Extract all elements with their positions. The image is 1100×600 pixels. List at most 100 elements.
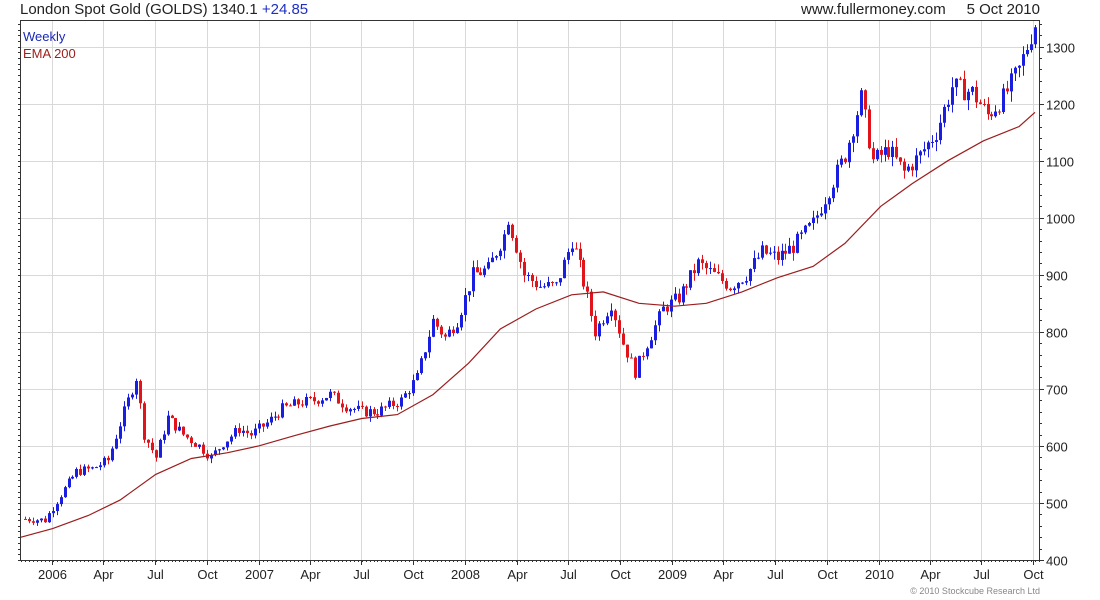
weekly-bar-body — [190, 437, 193, 444]
weekly-bar-body — [590, 291, 593, 316]
weekly-bar-body — [812, 217, 815, 224]
weekly-bar-body — [697, 259, 700, 274]
weekly-bar-body — [745, 281, 748, 283]
weekly-bar-body — [907, 166, 910, 171]
weekly-bar-body — [701, 259, 704, 264]
weekly-bar-body — [218, 449, 221, 451]
weekly-bar-body — [800, 232, 803, 234]
weekly-bar-body — [606, 316, 609, 324]
weekly-bar-body — [79, 469, 82, 475]
weekly-bar-body — [452, 329, 455, 334]
weekly-bar-body — [376, 414, 379, 416]
weekly-bar-body — [436, 318, 439, 327]
weekly-bar-body — [527, 275, 530, 277]
weekly-bar-body — [975, 86, 978, 103]
weekly-bar-body — [923, 149, 926, 152]
x-tick-label: Apr — [713, 567, 734, 582]
weekly-bar-body — [994, 111, 997, 117]
legend-ema: EMA 200 — [23, 46, 76, 61]
weekly-bar-body — [519, 252, 522, 262]
weekly-bar-body — [83, 466, 86, 475]
weekly-bar-body — [242, 430, 245, 433]
weekly-bar-body — [634, 357, 637, 378]
weekly-bar-body — [927, 142, 930, 150]
y-axis: 400 500 600 700 800 900 1000 1100 1200 1300 — [18, 24, 1075, 569]
weekly-bar-body — [369, 409, 372, 417]
weekly-bar-body — [456, 327, 459, 334]
weekly-bar-body — [32, 521, 35, 523]
weekly-bar-body — [365, 406, 368, 417]
weekly-bar-body — [297, 399, 300, 405]
weekly-bar-body — [931, 141, 934, 143]
x-tick-label: 2007 — [245, 567, 274, 582]
weekly-bar-body — [503, 234, 506, 251]
x-tick-label: Apr — [920, 567, 941, 582]
weekly-bar-body — [412, 380, 415, 394]
weekly-bar-body — [301, 404, 304, 406]
weekly-bar-body — [1026, 50, 1029, 55]
weekly-bar-body — [618, 320, 621, 334]
weekly-bar-body — [198, 444, 201, 447]
weekly-bar-body — [119, 426, 122, 439]
weekly-bar-body — [963, 78, 966, 101]
weekly-bar-body — [388, 400, 391, 407]
chart-header-source: www.fullermoney.com 5 Oct 2010 — [801, 1, 1040, 18]
weekly-bar-body — [887, 147, 890, 158]
weekly-bar-body — [539, 286, 542, 288]
weekly-bar-body — [167, 415, 170, 435]
weekly-bar-body — [1006, 88, 1009, 92]
weekly-bar-body — [594, 315, 597, 337]
weekly-bar-body — [1022, 54, 1025, 66]
weekly-bar-body — [428, 336, 431, 353]
weekly-bar-body — [872, 148, 875, 160]
y-tick-label: 1000 — [1046, 212, 1075, 227]
weekly-bar-body — [174, 418, 177, 431]
weekly-bar-body — [642, 355, 645, 357]
weekly-bar-body — [836, 164, 839, 188]
x-axis: 2006 Apr Jul Oct 2007 Apr Jul Oct 2008 Apr Jul Oct 2… — [21, 560, 1044, 582]
weekly-bar-body — [765, 245, 768, 254]
weekly-bar-body — [891, 146, 894, 158]
weekly-bar-body — [709, 268, 712, 270]
y-tick-label: 1100 — [1046, 155, 1074, 170]
weekly-bar-body — [99, 465, 102, 468]
weekly-bar-body — [868, 109, 871, 149]
source-link[interactable]: www.fullermoney.com — [801, 1, 946, 18]
weekly-bar-body — [424, 352, 427, 359]
weekly-bar-body — [654, 325, 657, 341]
chart-header-title: London Spot Gold (GOLDS) 1340.1 +24.85 — [20, 1, 308, 18]
weekly-bar-body — [95, 467, 98, 469]
weekly-bar-body — [658, 311, 661, 326]
weekly-bar-body — [202, 444, 205, 454]
weekly-bar-body — [337, 392, 340, 404]
instrument-name: London Spot Gold (GOLDS) — [20, 1, 208, 18]
x-tick-label: 2009 — [658, 567, 687, 582]
weekly-bar-body — [460, 314, 463, 328]
weekly-bar-body — [721, 273, 724, 281]
weekly-bar-body — [685, 286, 688, 288]
weekly-bar-body — [531, 275, 534, 282]
weekly-bar-body — [226, 441, 229, 448]
weekly-bar-body — [796, 233, 799, 253]
y-tick-label: 500 — [1046, 497, 1068, 512]
weekly-bar-body — [880, 149, 883, 155]
weekly-bar-body — [626, 344, 629, 358]
ema-line-group — [20, 111, 1036, 538]
weekly-bar-body — [289, 405, 292, 407]
weekly-bar-body — [408, 393, 411, 395]
weekly-bar-body — [24, 518, 27, 520]
weekly-bar-body — [143, 403, 146, 440]
weekly-bar-body — [432, 318, 435, 337]
weekly-bar-body — [602, 323, 605, 325]
weekly-bar-body — [840, 158, 843, 165]
weekly-bar-body — [820, 213, 823, 216]
y-tick-label: 1300 — [1046, 41, 1075, 56]
weekly-bar-body — [163, 434, 166, 440]
weekly-bar-body — [357, 405, 360, 409]
y-tick-label: 800 — [1046, 326, 1068, 341]
weekly-bar-body — [511, 224, 514, 238]
weekly-bar-body — [341, 403, 344, 408]
y-tick-label: 400 — [1046, 554, 1068, 569]
y-tick-label: 600 — [1046, 440, 1068, 455]
x-tick-label: Jul — [147, 567, 164, 582]
